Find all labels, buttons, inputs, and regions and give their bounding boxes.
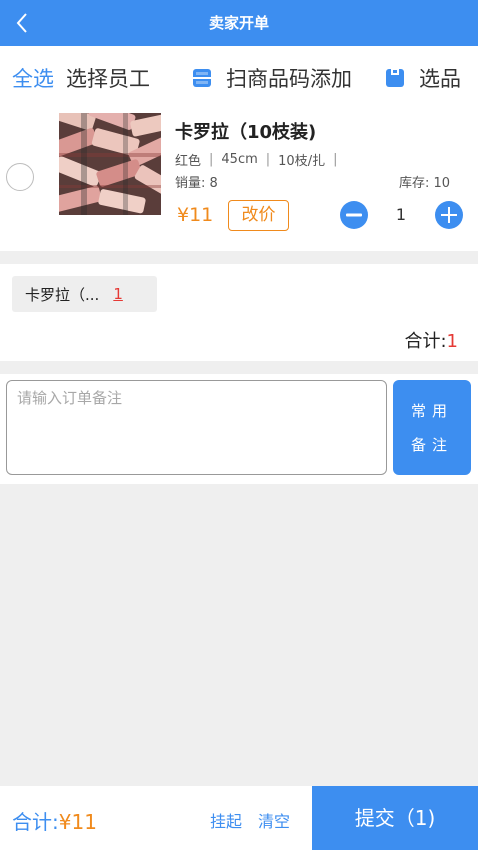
- product-card: 卡罗拉（10枝装) 红色 | 45cm | 10枝/扎 | 销量: 8 库存: …: [0, 106, 478, 251]
- product-length: 45cm: [221, 152, 258, 167]
- submit-button[interactable]: 提交（1): [312, 786, 478, 850]
- product-stock: 库存: 10: [398, 176, 450, 191]
- bottom-bar: 合计:¥11 挂起 清空 提交（1): [0, 786, 478, 850]
- common-remark-button[interactable]: 常用 备注: [393, 380, 471, 475]
- minus-circle-icon[interactable]: [340, 201, 368, 229]
- product-pack: 10枝/扎: [278, 154, 326, 169]
- footer-total-amount: ¥11: [58, 810, 97, 834]
- change-price-button[interactable]: 改价: [228, 200, 289, 231]
- product-sales: 销量: 8: [175, 176, 218, 191]
- product-attributes: 红色 | 45cm | 10枝/扎 |: [175, 150, 345, 169]
- product-color: 红色: [175, 154, 202, 169]
- remark-section: 常用 备注: [0, 374, 478, 484]
- clipboard-icon: [386, 69, 404, 87]
- scan-icon: [192, 69, 212, 87]
- order-summary: 卡罗拉（... 1 合计:1: [0, 264, 478, 361]
- selected-item-count: 1: [113, 285, 123, 303]
- selected-item-label: 卡罗拉（...: [25, 285, 100, 304]
- product-name: 卡罗拉（10枝装): [175, 122, 317, 143]
- attr-divider: |: [209, 152, 214, 167]
- product-price: ¥11: [177, 204, 214, 226]
- order-remark-input[interactable]: [6, 380, 387, 475]
- toolbar: 全选 选择员工 扫商品码添加 选品: [0, 46, 478, 106]
- footer-total-label: 合计:: [12, 810, 59, 834]
- scan-add-button[interactable]: 扫商品码添加: [192, 63, 352, 93]
- common-remark-label-1: 常用: [410, 401, 453, 420]
- select-staff-button[interactable]: 选择员工: [66, 63, 150, 93]
- app-header: 卖家开单: [0, 0, 478, 46]
- summary-total-label: 合计:: [404, 331, 447, 352]
- attr-divider: |: [333, 152, 338, 167]
- select-all-button[interactable]: 全选: [12, 63, 54, 93]
- clear-button[interactable]: 清空: [258, 808, 290, 832]
- pick-goods-label: 选品: [419, 67, 461, 91]
- selected-item-tag[interactable]: 卡罗拉（... 1: [12, 276, 157, 312]
- summary-total-count: 1: [446, 331, 458, 352]
- summary-total: 合计:1: [404, 327, 458, 353]
- page-title: 卖家开单: [208, 14, 269, 32]
- select-radio[interactable]: [6, 163, 34, 191]
- plus-circle-icon[interactable]: [435, 201, 463, 229]
- footer-total: 合计:¥11: [12, 806, 97, 835]
- scan-add-label: 扫商品码添加: [226, 67, 352, 91]
- product-image[interactable]: [59, 113, 161, 215]
- attr-divider: |: [265, 152, 271, 167]
- pick-goods-button[interactable]: 选品: [385, 63, 461, 93]
- quantity-value: 1: [395, 205, 407, 224]
- common-remark-label-2: 备注: [410, 435, 453, 454]
- hang-button[interactable]: 挂起: [210, 808, 242, 832]
